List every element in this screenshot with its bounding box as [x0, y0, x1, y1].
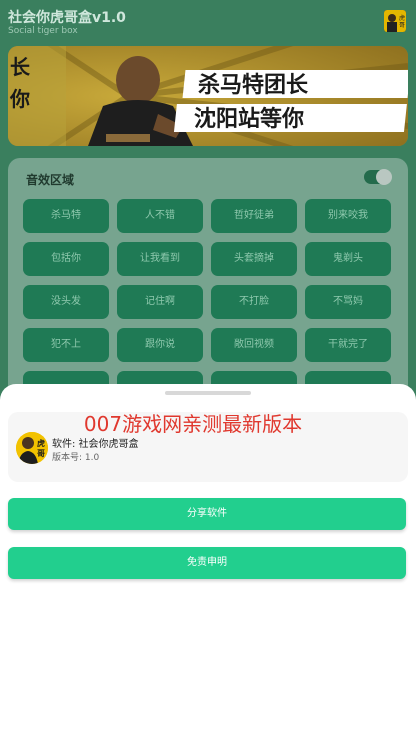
sound-button[interactable]: 头套摘掉	[211, 242, 297, 276]
bottom-sheet: 虎 哥 软件: 社会你虎哥盒 版本号: 1.0 007游戏网亲测最新版本 分享软…	[0, 384, 416, 731]
app-version-text: 版本号: 1.0	[52, 453, 100, 463]
banner-line1: 杀马特团长	[198, 72, 309, 98]
sound-button[interactable]: 包括你	[23, 242, 109, 276]
banner-line2: 沈阳站等你	[194, 106, 304, 132]
sound-button[interactable]: 杀马特	[23, 199, 109, 233]
share-button[interactable]: 分享软件	[8, 498, 406, 530]
sound-button[interactable]: 没头发	[23, 285, 109, 319]
sound-button[interactable]: 犯不上	[23, 328, 109, 362]
section-label: 音效区域	[26, 173, 75, 187]
sound-button[interactable]: 跟你说	[117, 328, 203, 362]
sound-button[interactable]: 哲好徒弟	[211, 199, 297, 233]
svg-text:虎: 虎	[399, 14, 405, 22]
sound-button[interactable]: 人不错	[117, 199, 203, 233]
sound-button[interactable]: 不打脸	[211, 285, 297, 319]
sound-button[interactable]: 别来咬我	[305, 199, 391, 233]
app-subtitle: Social tiger box	[8, 26, 78, 36]
banner-left2: 你	[9, 87, 30, 111]
sound-button[interactable]: 让我看到	[117, 242, 203, 276]
disclaimer-button[interactable]: 免责申明	[8, 547, 406, 579]
toggle-knob	[376, 169, 392, 185]
svg-text:虎: 虎	[37, 438, 45, 448]
svg-text:哥: 哥	[399, 22, 405, 29]
sound-button[interactable]: 鬼剃头	[305, 242, 391, 276]
sound-button[interactable]: 不骂妈	[305, 285, 391, 319]
promo-banner[interactable]: 杀马特团长 沈阳站等你 长 你	[8, 46, 408, 146]
sound-button[interactable]: 干就完了	[305, 328, 391, 362]
avatar-icon[interactable]: 虎 哥	[384, 10, 406, 32]
sound-toggle[interactable]	[364, 169, 392, 185]
sound-button[interactable]: 记住啊	[117, 285, 203, 319]
svg-text:哥: 哥	[37, 449, 45, 458]
sound-button[interactable]: 敞回视频	[211, 328, 297, 362]
drag-handle[interactable]	[165, 391, 251, 395]
app-title: 社会你虎哥盒v1.0	[8, 10, 126, 26]
app-name-text: 软件: 社会你虎哥盒	[52, 439, 139, 450]
sound-effects-card: 音效区域 杀马特 人不错 哲好徒弟 别来咬我 包括你 让我看到 头套摘掉 鬼剃头…	[8, 158, 408, 405]
watermark-text: 007游戏网亲测最新版本	[83, 412, 303, 436]
top-bar: 社会你虎哥盒v1.0 Social tiger box 虎 哥	[0, 0, 416, 44]
banner-left1: 长	[10, 55, 31, 79]
